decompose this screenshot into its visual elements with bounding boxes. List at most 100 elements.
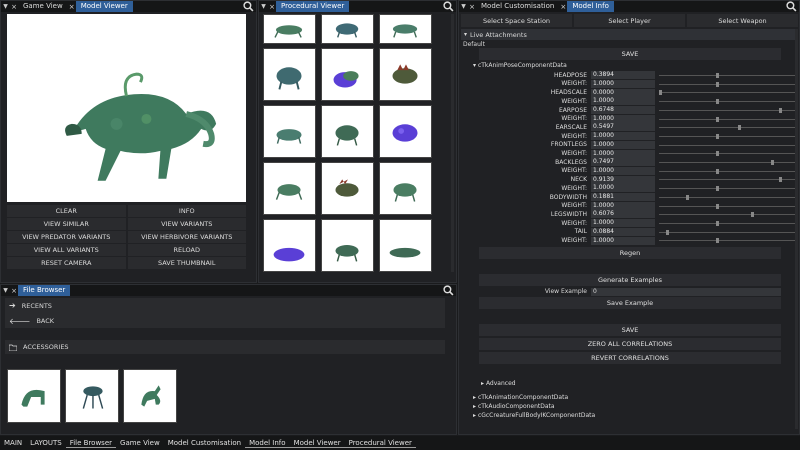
param-slider[interactable] — [659, 212, 795, 218]
thumbnail[interactable] — [263, 219, 316, 272]
menu-main[interactable]: MAIN — [0, 439, 26, 447]
slider-handle[interactable] — [716, 203, 720, 209]
slider-handle[interactable] — [716, 238, 720, 244]
thumbnail[interactable] — [321, 162, 374, 215]
save-thumbnail-button[interactable]: SAVE THUMBNAIL — [127, 257, 246, 269]
thumbnail[interactable] — [379, 162, 432, 215]
param-value-input[interactable]: 1.0000 — [591, 149, 655, 158]
close-icon[interactable]: × — [10, 3, 18, 11]
tab-menu-arrow-icon[interactable]: ▼ — [259, 3, 268, 10]
window-tab-game-view[interactable]: Game View — [116, 439, 164, 447]
param-value-input[interactable]: 0.3894 — [591, 71, 655, 80]
param-value-input[interactable]: 0.6748 — [591, 106, 655, 115]
view-herbivore-variants-button[interactable]: VIEW HERBIVORE VARIANTS — [127, 231, 246, 243]
close-icon[interactable]: × — [10, 287, 18, 295]
live-attachments-header[interactable]: ▾ Live Attachments — [461, 29, 798, 40]
search-icon[interactable] — [243, 1, 254, 12]
param-value-input[interactable]: 0.0884 — [591, 227, 655, 236]
model-viewport[interactable] — [7, 14, 246, 202]
revert-correlations-button[interactable]: REVERT CORRELATIONS — [479, 352, 781, 364]
slider-handle[interactable] — [665, 229, 669, 235]
view-similar-button[interactable]: VIEW SIMILAR — [7, 218, 126, 230]
thumbnail[interactable] — [321, 219, 374, 272]
param-value-input[interactable]: 1.0000 — [591, 140, 655, 149]
component-tree-node[interactable]: ▾ cTkAnimPoseComponentData — [473, 62, 567, 69]
thumbnail[interactable] — [263, 48, 316, 101]
slider-handle[interactable] — [716, 133, 720, 139]
select-space-station-button[interactable]: Select Space Station — [461, 14, 572, 27]
thumbnail[interactable] — [379, 105, 432, 158]
param-slider[interactable] — [659, 177, 795, 183]
thumbnail[interactable] — [321, 48, 374, 101]
window-tab-model-info[interactable]: Model Info — [245, 439, 290, 448]
save-example-button[interactable]: Save Example — [479, 297, 781, 309]
param-slider[interactable] — [659, 186, 795, 192]
tab-model-info[interactable]: Model Info — [567, 1, 614, 12]
search-icon[interactable] — [786, 1, 797, 12]
slider-handle[interactable] — [659, 90, 662, 96]
component-tree-node[interactable]: ▸ cTkAnimationComponentData — [473, 394, 568, 401]
param-slider[interactable] — [659, 220, 795, 226]
slider-handle[interactable] — [778, 177, 782, 183]
save-button[interactable]: SAVE — [479, 48, 781, 60]
param-value-input[interactable]: 1.0000 — [591, 166, 655, 175]
param-slider[interactable] — [659, 125, 795, 131]
slider-handle[interactable] — [716, 99, 720, 105]
slider-handle[interactable] — [716, 81, 720, 87]
param-slider[interactable] — [659, 168, 795, 174]
slider-handle[interactable] — [751, 212, 755, 218]
reload-button[interactable]: RELOAD — [127, 244, 246, 256]
tab-model-viewer[interactable]: Model Viewer — [75, 1, 133, 12]
thumbnail[interactable] — [379, 48, 432, 101]
slider-handle[interactable] — [716, 116, 720, 122]
close-icon[interactable]: × — [559, 3, 567, 11]
param-slider[interactable] — [659, 160, 795, 165]
customisation-scrollbar[interactable] — [795, 29, 798, 429]
param-slider[interactable] — [659, 73, 795, 78]
param-slider[interactable] — [659, 142, 798, 148]
thumbnail[interactable] — [263, 14, 316, 44]
back-item[interactable]: 🡐 BACK — [5, 313, 445, 328]
param-slider[interactable] — [659, 90, 795, 96]
select-player-button[interactable]: Select Player — [574, 14, 685, 27]
param-value-input[interactable]: 1.0000 — [591, 132, 655, 141]
param-value-input[interactable]: 0.6076 — [591, 210, 655, 219]
param-value-input[interactable]: 1.0000 — [591, 236, 655, 245]
param-slider[interactable] — [659, 238, 795, 244]
component-tree-node[interactable]: ▸ cGcCreatureFullBodyIKComponentData — [473, 412, 595, 419]
select-weapon-button[interactable]: Select Weapon — [687, 14, 798, 27]
param-slider[interactable] — [659, 133, 795, 139]
param-slider[interactable] — [659, 99, 795, 105]
thumbnail[interactable] — [379, 14, 432, 44]
tab-menu-arrow-icon[interactable]: ▼ — [1, 287, 10, 294]
param-slider[interactable] — [659, 107, 795, 113]
procedural-scrollbar[interactable] — [451, 14, 454, 272]
window-tab-file-browser[interactable]: File Browser — [65, 439, 117, 448]
view-variants-button[interactable]: VIEW VARIANTS — [127, 218, 246, 230]
slider-handle[interactable] — [686, 194, 690, 200]
param-value-input[interactable]: 1.0000 — [591, 184, 655, 193]
thumbnail[interactable] — [379, 219, 432, 272]
view-example-input[interactable]: 0 — [591, 287, 781, 296]
param-slider[interactable] — [659, 194, 795, 200]
thumbnail[interactable] — [321, 14, 374, 44]
menu-layouts[interactable]: LAYOUTS — [26, 439, 66, 447]
regen-button[interactable]: Regen — [479, 247, 781, 259]
param-slider[interactable] — [659, 229, 795, 235]
save-button-2[interactable]: SAVE — [479, 324, 781, 336]
advanced-tree-node[interactable]: ▸ Advanced — [481, 380, 516, 387]
close-icon[interactable]: × — [68, 3, 76, 11]
param-value-input[interactable]: 1.0000 — [591, 97, 655, 106]
file-thumbnail[interactable] — [65, 369, 119, 423]
slider-handle[interactable] — [716, 186, 720, 192]
window-tab-procedural-viewer[interactable]: Procedural Viewer — [344, 439, 416, 448]
param-slider[interactable] — [659, 151, 795, 157]
search-icon[interactable] — [443, 1, 454, 12]
thumbnail[interactable] — [263, 105, 316, 158]
tab-procedural-viewer[interactable]: Procedural Viewer — [276, 1, 350, 12]
tab-menu-arrow-icon[interactable]: ▼ — [459, 3, 468, 10]
close-icon[interactable]: × — [468, 3, 476, 11]
search-icon[interactable] — [443, 285, 454, 296]
slider-handle[interactable] — [737, 125, 741, 131]
tab-menu-arrow-icon[interactable]: ▼ — [1, 3, 10, 10]
